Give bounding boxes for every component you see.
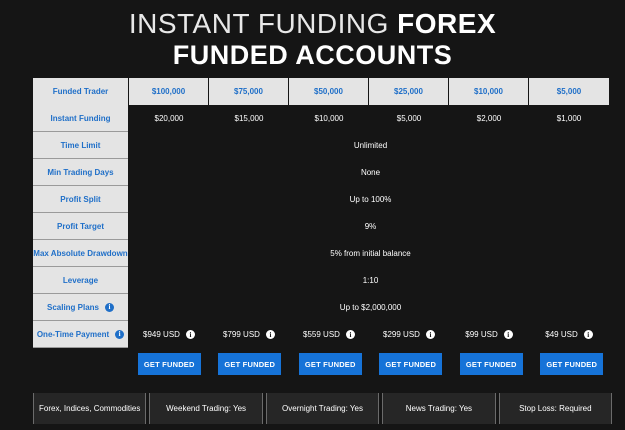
table-row-leverage: Leverage 1:10	[33, 267, 612, 294]
title-forex: FOREX	[397, 8, 497, 39]
row-label-with-info: One-Time Payment i	[33, 321, 128, 348]
account-size-25k: $25,000	[369, 78, 448, 105]
get-funded-button-25k[interactable]: GET FUNDED	[379, 353, 443, 375]
row-label: Min Trading Days	[33, 159, 128, 186]
price-text: $49 USD	[545, 330, 578, 339]
table-header-row: Funded Trader $100,000 $75,000 $50,000 $…	[33, 78, 612, 105]
row-label: Time Limit	[33, 132, 128, 159]
table-row-instant-funding: Instant Funding $20,000 $15,000 $10,000 …	[33, 105, 612, 132]
row-label-with-info: Scaling Plans i	[33, 294, 128, 321]
table-row-scaling-plans: Scaling Plans i Up to $2,000,000	[33, 294, 612, 321]
account-size-50k: $50,000	[289, 78, 368, 105]
row-label: Instant Funding	[33, 105, 128, 132]
table-cell: $20,000	[154, 114, 184, 123]
page-title-line1: INSTANT FUNDING FOREX	[0, 8, 625, 40]
get-funded-button-5k[interactable]: GET FUNDED	[540, 353, 604, 375]
row-label: Max Absolute Drawdown	[33, 240, 128, 267]
header-label-cell: Funded Trader	[33, 78, 128, 105]
pricing-table: Funded Trader $100,000 $75,000 $50,000 $…	[33, 78, 612, 348]
table-cell: Unlimited	[353, 141, 388, 150]
row-label: Profit Split	[33, 186, 128, 213]
info-icon[interactable]: i	[115, 329, 125, 339]
get-funded-button-50k[interactable]: GET FUNDED	[298, 353, 362, 375]
feature-news-trading: News Trading: Yes	[382, 393, 496, 424]
price-text: $559 USD	[303, 330, 340, 339]
info-icon[interactable]: i	[503, 330, 513, 339]
table-cell: $10,000	[314, 114, 344, 123]
table-row-max-drawdown: Max Absolute Drawdown 5% from initial ba…	[33, 240, 612, 267]
table-row-min-trading-days: Min Trading Days None	[33, 159, 612, 186]
table-cell: None	[360, 168, 381, 177]
table-cell: 1:10	[362, 276, 379, 285]
table-row-profit-target: Profit Target 9%	[33, 213, 612, 240]
table-cell: 9%	[364, 222, 377, 231]
table-cell: $99 USD i	[449, 321, 529, 348]
get-funded-button-75k[interactable]: GET FUNDED	[218, 353, 282, 375]
get-funded-buttons: GET FUNDED GET FUNDED GET FUNDED GET FUN…	[129, 353, 612, 375]
info-icon[interactable]: i	[265, 330, 275, 339]
table-cell: $949 USD i	[129, 321, 209, 348]
table-cell: $5,000	[396, 114, 422, 123]
table-cell: Up to $2,000,000	[339, 303, 402, 312]
price-text: $799 USD	[223, 330, 260, 339]
table-row-time-limit: Time Limit Unlimited	[33, 132, 612, 159]
row-label: Profit Target	[33, 213, 128, 240]
get-funded-button-10k[interactable]: GET FUNDED	[459, 353, 523, 375]
info-icon[interactable]: i	[185, 330, 195, 339]
table-cell: $299 USD i	[369, 321, 449, 348]
page-title-line2: FUNDED ACCOUNTS	[172, 40, 453, 70]
info-icon[interactable]: i	[345, 330, 355, 339]
feature-stop-loss: Stop Loss: Required	[498, 393, 613, 424]
table-cell: 5% from initial balance	[330, 249, 411, 258]
table-cell: $15,000	[234, 114, 264, 123]
table-row-one-time-payment: One-Time Payment i $949 USD i $799 USD i $…	[33, 321, 612, 348]
info-icon[interactable]: i	[425, 330, 435, 339]
account-size-5k: $5,000	[529, 78, 609, 105]
table-cell: Up to 100%	[349, 195, 392, 204]
feature-bar: Forex, Indices, Commodities Weekend Trad…	[33, 393, 613, 424]
row-label: Leverage	[33, 267, 128, 294]
table-cell: $1,000	[556, 114, 582, 123]
feature-markets: Forex, Indices, Commodities	[33, 393, 147, 424]
row-label: One-Time Payment	[36, 329, 110, 339]
title-instant-funding: INSTANT FUNDING	[128, 8, 389, 39]
feature-weekend-trading: Weekend Trading: Yes	[149, 393, 263, 424]
table-cell: $799 USD i	[209, 321, 289, 348]
price-text: $299 USD	[383, 330, 420, 339]
table-cell: $49 USD i	[529, 321, 609, 348]
feature-overnight-trading: Overnight Trading: Yes	[265, 393, 380, 424]
table-cell: $2,000	[476, 114, 502, 123]
table-row-profit-split: Profit Split Up to 100%	[33, 186, 612, 213]
price-text: $949 USD	[143, 330, 180, 339]
row-label: Scaling Plans	[46, 302, 100, 312]
account-size-10k: $10,000	[449, 78, 528, 105]
info-icon[interactable]: i	[105, 302, 115, 312]
info-icon[interactable]: i	[583, 330, 593, 339]
price-text: $99 USD	[465, 330, 498, 339]
account-size-75k: $75,000	[209, 78, 288, 105]
get-funded-button-100k[interactable]: GET FUNDED	[137, 353, 201, 375]
account-size-100k: $100,000	[129, 78, 208, 105]
table-cell: $559 USD i	[289, 321, 369, 348]
